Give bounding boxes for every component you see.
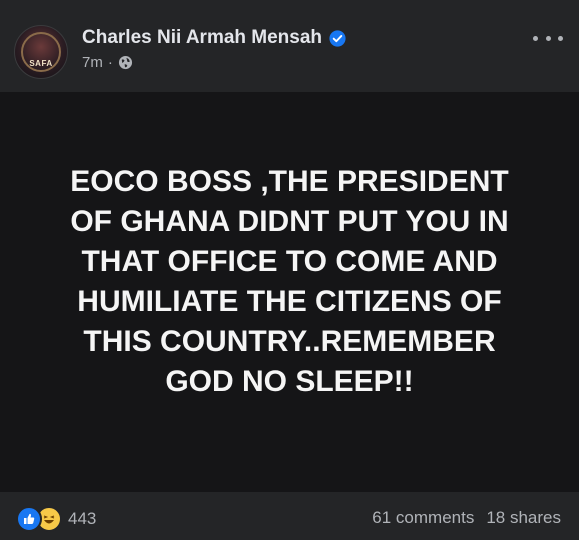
reaction-count: 443	[68, 509, 97, 528]
post-meta: 7m ·	[82, 54, 133, 71]
engagement-stats: 61 comments 18 shares	[372, 508, 561, 528]
meta-separator: ·	[107, 54, 113, 71]
avatar[interactable]: SAFA	[14, 25, 68, 79]
post-text: EOCO BOSS ,THE PRESIDENT OF GHANA DIDNT …	[70, 165, 509, 398]
author-row: Charles Nii Armah Mensah	[82, 27, 346, 49]
more-dot	[558, 35, 563, 41]
author-name[interactable]: Charles Nii Armah Mensah	[82, 27, 322, 49]
verified-badge-icon	[329, 29, 346, 47]
post-header: SAFA Charles Nii Armah Mensah 7m ·	[0, 0, 579, 92]
more-options-icon[interactable]	[533, 32, 563, 44]
comments-count[interactable]: 61 comments	[372, 508, 474, 528]
like-icon	[16, 506, 42, 532]
post-content[interactable]: EOCO BOSS ,THE PRESIDENT OF GHANA DIDNT …	[0, 92, 579, 492]
more-dot	[533, 35, 538, 41]
post-footer: 443 61 comments 18 shares	[0, 492, 579, 540]
avatar-logo-text: SAFA	[29, 59, 53, 68]
shares-count[interactable]: 18 shares	[486, 508, 561, 528]
globe-icon[interactable]	[118, 55, 133, 70]
post-timestamp[interactable]: 7m	[82, 54, 103, 71]
more-dot	[545, 35, 551, 41]
reactions-summary[interactable]: 443	[16, 506, 96, 532]
